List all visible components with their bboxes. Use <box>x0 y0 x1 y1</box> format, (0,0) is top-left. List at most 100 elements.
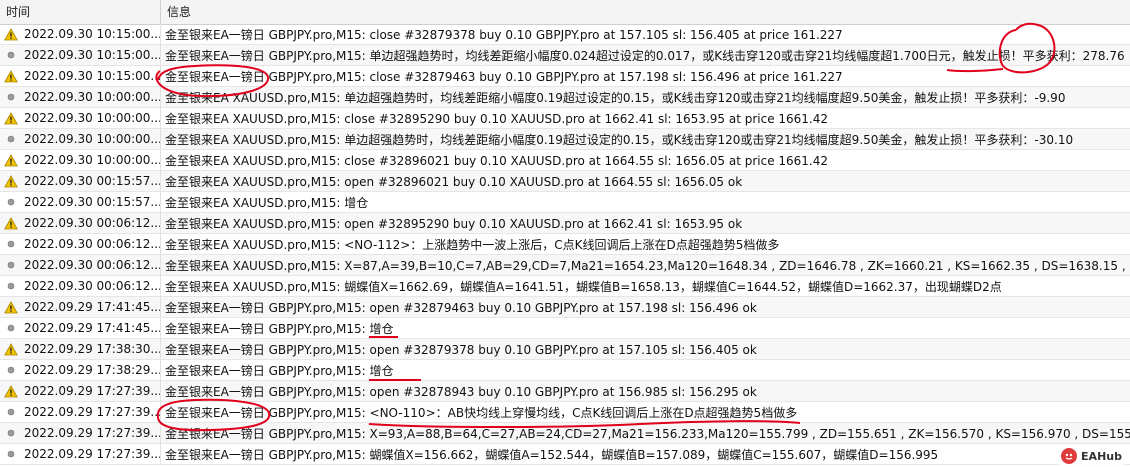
log-time-cell: 2022.09.30 00:06:12... <box>0 255 161 275</box>
log-message: 金至银来EA一镑日 GBPJPY.pro,M15: open #32878943… <box>165 384 757 399</box>
log-time: 2022.09.30 10:00:00... <box>24 153 160 167</box>
log-time: 2022.09.30 00:06:12... <box>24 216 160 230</box>
log-message: 金至银来EA一镑日 GBPJPY.pro,M15: X=93,A=88,B=64… <box>165 426 1130 441</box>
log-time-cell: 2022.09.30 00:06:12... <box>0 213 161 233</box>
log-time: 2022.09.29 17:41:45... <box>24 300 160 314</box>
log-message: 金至银来EA XAUUSD.pro,M15: 蝴蝶值X=1662.69，蝴蝶值A… <box>165 279 1002 294</box>
log-message: 金至银来EA XAUUSD.pro,M15: open #32895290 bu… <box>165 216 743 231</box>
log-time-cell: 2022.09.30 00:15:57... <box>0 192 161 212</box>
log-time-cell: 2022.09.30 10:00:00... <box>0 129 161 149</box>
log-time: 2022.09.30 00:06:12... <box>24 258 160 272</box>
log-row[interactable]: 2022.09.30 10:00:00... 金至银来EA XAUUSD.pro,… <box>0 108 1130 129</box>
log-time-cell: 2022.09.30 10:15:00... <box>0 45 161 65</box>
log-time: 2022.09.30 10:15:00... <box>24 48 160 62</box>
log-time-cell: 2022.09.29 17:38:29... <box>0 360 161 380</box>
log-message: 金至银来EA XAUUSD.pro,M15: 单边超强趋势时，均线差距缩小幅度0… <box>165 132 1074 147</box>
log-message: 金至银来EA XAUUSD.pro,M15: <NO-112>：上涨趋势中一波上… <box>165 237 780 252</box>
log-time: 2022.09.30 10:15:00... <box>24 69 160 83</box>
log-message: 金至银来EA一镑日 GBPJPY.pro,M15: 增仓 <box>165 363 394 378</box>
log-row[interactable]: 2022.09.29 17:38:30... 金至银来EA一镑日 GBPJPY.p… <box>0 339 1130 360</box>
log-time-cell: 2022.09.30 10:15:00... <box>0 66 161 86</box>
log-message: 金至银来EA XAUUSD.pro,M15: open #32896021 bu… <box>165 174 743 189</box>
info-dot-icon <box>4 195 18 209</box>
warning-icon <box>4 111 18 125</box>
info-dot-icon <box>4 132 18 146</box>
log-row[interactable]: 2022.09.29 17:27:39... 金至银来EA一镑日 GBPJPY.p… <box>0 423 1130 444</box>
log-list: 2022.09.30 10:15:00... 金至银来EA一镑日 GBPJPY.p… <box>0 24 1130 465</box>
log-time-cell: 2022.09.30 10:00:00... <box>0 150 161 170</box>
log-time-cell: 2022.09.30 10:15:00... <box>0 24 161 44</box>
warning-icon <box>4 27 18 41</box>
log-time: 2022.09.29 17:38:30... <box>24 342 160 356</box>
log-row[interactable]: 2022.09.30 00:15:57... 金至银来EA XAUUSD.pro,… <box>0 171 1130 192</box>
log-time: 2022.09.29 17:41:45... <box>24 321 160 335</box>
info-dot-icon <box>4 90 18 104</box>
log-time: 2022.09.30 00:15:57... <box>24 195 160 209</box>
warning-icon <box>4 174 18 188</box>
log-header: 时间 信息 <box>0 0 1130 25</box>
log-message: 金至银来EA一镑日 GBPJPY.pro,M15: 蝴蝶值X=156.662，蝴… <box>165 447 939 462</box>
log-row[interactable]: 2022.09.30 10:15:00... 金至银来EA一镑日 GBPJPY.p… <box>0 45 1130 66</box>
watermark: EAHub <box>1057 447 1126 465</box>
log-row[interactable]: 2022.09.30 10:15:00... 金至银来EA一镑日 GBPJPY.p… <box>0 24 1130 45</box>
log-row[interactable]: 2022.09.29 17:38:29... 金至银来EA一镑日 GBPJPY.p… <box>0 360 1130 381</box>
info-dot-icon <box>4 321 18 335</box>
log-row[interactable]: 2022.09.30 10:00:00... 金至银来EA XAUUSD.pro,… <box>0 150 1130 171</box>
log-message: 金至银来EA XAUUSD.pro,M15: X=87,A=39,B=10,C=… <box>165 258 1130 273</box>
log-row[interactable]: 2022.09.30 10:00:00... 金至银来EA XAUUSD.pro,… <box>0 129 1130 150</box>
log-row[interactable]: 2022.09.30 00:15:57... 金至银来EA XAUUSD.pro,… <box>0 192 1130 213</box>
log-row[interactable]: 2022.09.29 17:27:39... 金至银来EA一镑日 GBPJPY.p… <box>0 381 1130 402</box>
warning-icon <box>4 384 18 398</box>
info-dot-icon <box>4 447 18 461</box>
log-message: 金至银来EA一镑日 GBPJPY.pro,M15: open #32879378… <box>165 342 757 357</box>
log-time: 2022.09.29 17:27:39... <box>24 426 160 440</box>
log-time: 2022.09.30 00:06:12... <box>24 237 160 251</box>
log-row[interactable]: 2022.09.30 00:06:12... 金至银来EA XAUUSD.pro,… <box>0 276 1130 297</box>
log-time-cell: 2022.09.29 17:27:39... <box>0 423 161 443</box>
log-message: 金至银来EA一镑日 GBPJPY.pro,M15: close #3287937… <box>165 27 843 42</box>
log-row[interactable]: 2022.09.30 00:06:12... 金至银来EA XAUUSD.pro,… <box>0 213 1130 234</box>
warning-icon <box>4 153 18 167</box>
log-time: 2022.09.30 10:00:00... <box>24 132 160 146</box>
log-time: 2022.09.29 17:27:39... <box>24 405 160 419</box>
info-dot-icon <box>4 237 18 251</box>
log-row[interactable]: 2022.09.30 10:15:00... 金至银来EA一镑日 GBPJPY.p… <box>0 66 1130 87</box>
log-time: 2022.09.30 10:15:00... <box>24 27 160 41</box>
log-row[interactable]: 2022.09.30 10:00:00... 金至银来EA XAUUSD.pro,… <box>0 87 1130 108</box>
log-row[interactable]: 2022.09.29 17:41:45... 金至银来EA一镑日 GBPJPY.p… <box>0 297 1130 318</box>
info-dot-icon <box>4 405 18 419</box>
log-time-cell: 2022.09.29 17:27:39... <box>0 402 161 422</box>
log-message: 金至银来EA XAUUSD.pro,M15: 增仓 <box>165 195 369 210</box>
log-row[interactable]: 2022.09.30 00:06:12... 金至银来EA XAUUSD.pro,… <box>0 255 1130 276</box>
log-time-cell: 2022.09.29 17:41:45... <box>0 297 161 317</box>
log-time-cell: 2022.09.29 17:27:39... <box>0 444 161 464</box>
log-message: 金至银来EA XAUUSD.pro,M15: close #32895290 b… <box>165 111 829 126</box>
log-row[interactable]: 2022.09.30 00:06:12... 金至银来EA XAUUSD.pro,… <box>0 234 1130 255</box>
log-time: 2022.09.30 00:06:12... <box>24 279 160 293</box>
log-message: 金至银来EA一镑日 GBPJPY.pro,M15: 增仓 <box>165 321 394 336</box>
log-message: 金至银来EA一镑日 GBPJPY.pro,M15: open #32879463… <box>165 300 757 315</box>
warning-icon <box>4 300 18 314</box>
log-time: 2022.09.30 10:00:00... <box>24 90 160 104</box>
log-time: 2022.09.30 00:15:57... <box>24 174 160 188</box>
log-message: 金至银来EA一镑日 GBPJPY.pro,M15: close #3287946… <box>165 69 843 84</box>
log-time-cell: 2022.09.30 10:00:00... <box>0 108 161 128</box>
log-row[interactable]: 2022.09.29 17:27:39... 金至银来EA一镑日 GBPJPY.p… <box>0 444 1130 465</box>
log-time-cell: 2022.09.30 00:06:12... <box>0 276 161 296</box>
log-message: 金至银来EA XAUUSD.pro,M15: 单边超强趋势时，均线差距缩小幅度0… <box>165 90 1066 105</box>
log-row[interactable]: 2022.09.29 17:27:39... 金至银来EA一镑日 GBPJPY.p… <box>0 402 1130 423</box>
info-dot-icon <box>4 48 18 62</box>
log-time-cell: 2022.09.29 17:38:30... <box>0 339 161 359</box>
column-header-time[interactable]: 时间 <box>0 0 161 24</box>
column-header-message[interactable]: 信息 <box>161 0 1130 24</box>
log-message: 金至银来EA一镑日 GBPJPY.pro,M15: 单边超强趋势时，均线差距缩小… <box>165 48 1125 63</box>
log-time: 2022.09.30 10:00:00... <box>24 111 160 125</box>
watermark-text: EAHub <box>1081 449 1122 463</box>
log-row[interactable]: 2022.09.29 17:41:45... 金至银来EA一镑日 GBPJPY.p… <box>0 318 1130 339</box>
info-dot-icon <box>4 426 18 440</box>
info-dot-icon <box>4 258 18 272</box>
log-time: 2022.09.29 17:27:39... <box>24 447 160 461</box>
warning-icon <box>4 216 18 230</box>
warning-icon <box>4 69 18 83</box>
eahub-logo-icon <box>1061 448 1078 464</box>
